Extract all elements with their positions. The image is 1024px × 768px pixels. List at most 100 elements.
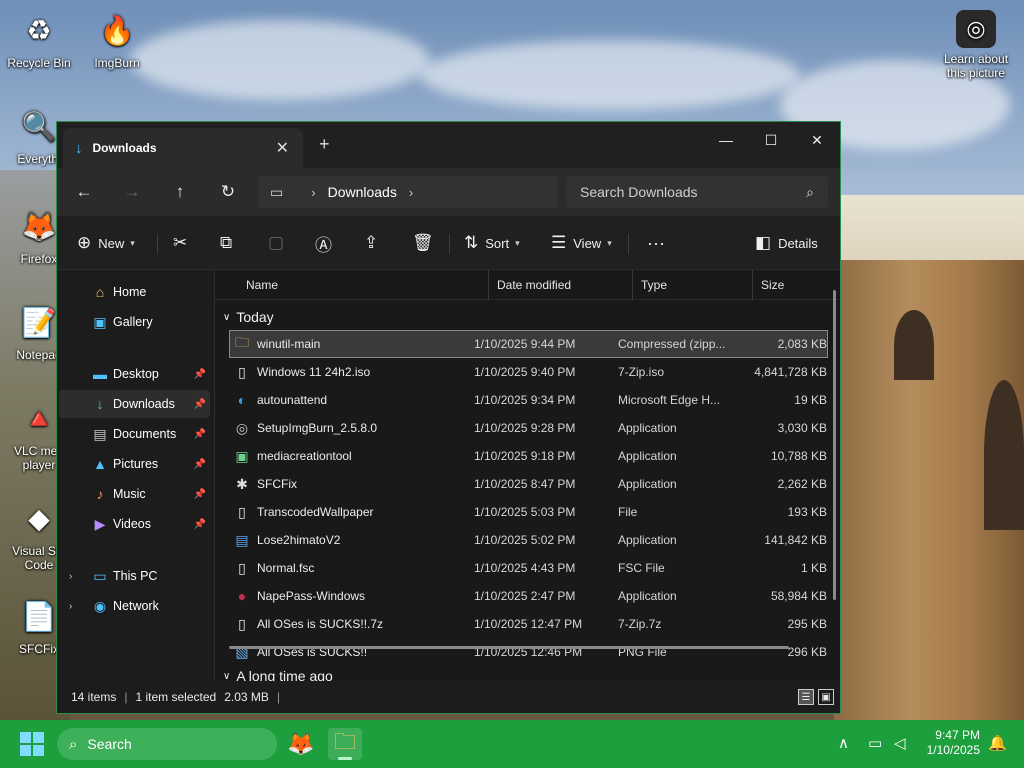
sidebar-item-pictures[interactable]: ▲ Pictures 📌 bbox=[59, 450, 210, 478]
column-size[interactable]: Size bbox=[753, 270, 825, 300]
file-name-cell: ◐ autounattend bbox=[230, 392, 470, 408]
chevron-right-icon[interactable]: › bbox=[311, 185, 315, 200]
status-bar: 14 items | 1 item selected 2.03 MB | ☰ ▣ bbox=[57, 681, 840, 713]
file-type-icon: ▯ bbox=[238, 559, 246, 576]
new-tab-button[interactable]: + bbox=[319, 134, 330, 155]
learn-about-picture[interactable]: ◎ Learn about this picture bbox=[936, 10, 1016, 80]
file-row[interactable]: ▯ TranscodedWallpaper 1/10/2025 5:03 PM Fil… bbox=[229, 498, 828, 526]
back-button[interactable]: ← bbox=[71, 180, 97, 204]
sidebar-item-documents[interactable]: ▤ Documents 📌 bbox=[59, 420, 210, 448]
view-button[interactable]: ☰ View ▾ bbox=[551, 231, 612, 255]
close-tab-icon[interactable]: ✕ bbox=[276, 138, 289, 158]
sort-button[interactable]: ⇅ Sort ▾ bbox=[464, 231, 520, 255]
sidebar-item-network[interactable]: › ◉ Network bbox=[59, 592, 210, 620]
file-row[interactable]: ◎ SetupImgBurn_2.5.8.0 1/10/2025 9:28 PM Ap… bbox=[229, 414, 828, 442]
more-options-button[interactable]: ··· bbox=[647, 231, 665, 255]
file-row[interactable]: ▤ Lose2himatoV2 1/10/2025 5:02 PM Applicati… bbox=[229, 526, 828, 554]
file-row[interactable]: ▯ Windows 11 24h2.iso 1/10/2025 9:40 PM 7-Z… bbox=[229, 358, 828, 386]
sidebar-item-home[interactable]: ⌂ Home bbox=[59, 278, 210, 306]
large-icons-view-icon[interactable]: ▣ bbox=[818, 689, 834, 705]
file-name-cell: ▤ Lose2himatoV2 bbox=[230, 532, 470, 549]
sidebar-item-downloads[interactable]: ↓ Downloads 📌 bbox=[59, 390, 210, 418]
file-size: 58,984 KB bbox=[770, 589, 827, 603]
tab-downloads[interactable]: ↓ Downloads ✕ bbox=[63, 128, 303, 168]
close-window-button[interactable]: ✕ bbox=[794, 126, 840, 154]
refresh-button[interactable]: ↻ bbox=[215, 180, 241, 204]
cut-button[interactable]: ✂ bbox=[173, 231, 194, 255]
sidebar-item-this-pc[interactable]: › ▭ This PC bbox=[59, 562, 210, 590]
sidebar-item-label: Downloads bbox=[113, 397, 175, 411]
chevron-up-icon[interactable]: ∧ bbox=[838, 734, 849, 752]
chevron-right-icon[interactable]: › bbox=[409, 185, 413, 200]
clipboard-icon: ▢ bbox=[268, 233, 285, 252]
delete-button[interactable]: 🗑 bbox=[412, 231, 441, 255]
rename-button[interactable]: Ⓐ bbox=[315, 231, 339, 255]
file-row[interactable]: ▧ All OSes is SUCKS!! 1/10/2025 12:46 PM PN… bbox=[229, 638, 828, 666]
firefox-taskbar-icon[interactable]: 🦊 bbox=[284, 728, 318, 760]
address-bar[interactable]: ▭ › Downloads › bbox=[258, 176, 558, 208]
clock-date: 1/10/2025 bbox=[926, 743, 980, 757]
column-date-modified[interactable]: Date modified bbox=[489, 270, 633, 300]
group-label: Today bbox=[236, 309, 274, 325]
file-date: 1/10/2025 5:02 PM bbox=[474, 533, 576, 547]
desktop-icon[interactable]: 🔥 ImgBurn bbox=[80, 10, 154, 71]
copy-button[interactable]: ⧉ bbox=[220, 231, 239, 255]
file-row[interactable]: ▯ All OSes is SUCKS!!.7z 1/10/2025 12:47 P… bbox=[229, 610, 828, 638]
file-row[interactable]: ◐ autounattend 1/10/2025 9:34 PM Microsoft … bbox=[229, 386, 828, 414]
group-header-old[interactable]: ∨ A long time ago bbox=[215, 666, 840, 681]
file-name: winutil-main bbox=[257, 337, 321, 351]
details-button[interactable]: ◧ Details bbox=[755, 231, 818, 255]
new-button[interactable]: ⊕ New ▾ bbox=[77, 231, 135, 255]
chevron-right-icon[interactable]: › bbox=[69, 571, 72, 582]
up-button[interactable]: ↑ bbox=[167, 180, 193, 204]
details-view-icon[interactable]: ☰ bbox=[798, 689, 814, 705]
network-icon[interactable]: ▭ bbox=[868, 734, 882, 752]
chevron-down-icon: ∨ bbox=[223, 311, 231, 323]
search-icon[interactable]: ⌕ bbox=[806, 184, 814, 201]
group-header-today[interactable]: ∨ Today bbox=[215, 304, 840, 330]
maximize-button[interactable]: ☐ bbox=[748, 126, 794, 154]
vertical-scrollbar[interactable] bbox=[833, 290, 836, 600]
notepad-icon: 📝 bbox=[21, 307, 57, 338]
desktop-icon-label: Notepad bbox=[16, 348, 62, 362]
minimize-button[interactable]: — bbox=[703, 126, 749, 154]
taskbar-search-label: Search bbox=[87, 736, 132, 752]
share-button[interactable]: ⇪ bbox=[364, 231, 385, 255]
scissors-icon: ✂ bbox=[173, 233, 188, 252]
clock-time: 9:47 PM bbox=[935, 728, 980, 742]
file-date: 1/10/2025 12:47 PM bbox=[474, 617, 583, 631]
file-type: FSC File bbox=[618, 561, 665, 575]
sidebar-item-label: Music bbox=[113, 487, 146, 501]
start-button[interactable] bbox=[20, 732, 44, 756]
documents-icon: ▤ bbox=[93, 425, 107, 442]
paste-button[interactable]: ▢ bbox=[268, 231, 291, 255]
forward-button[interactable]: → bbox=[119, 180, 145, 204]
file-row[interactable]: ✱ SFCFix 1/10/2025 8:47 PM Application 2,262… bbox=[229, 470, 828, 498]
horizontal-scrollbar[interactable] bbox=[229, 646, 789, 649]
column-type[interactable]: Type bbox=[633, 270, 753, 300]
breadcrumb-downloads[interactable]: Downloads bbox=[328, 184, 397, 200]
column-name[interactable]: Name bbox=[215, 270, 489, 300]
chevron-right-icon[interactable]: › bbox=[69, 601, 72, 612]
file-date: 1/10/2025 9:44 PM bbox=[474, 337, 576, 351]
search-box[interactable]: ⌕ bbox=[566, 176, 828, 208]
file-row[interactable]: 🗀 winutil-main 1/10/2025 9:44 PM Compressed… bbox=[229, 330, 828, 358]
volume-muted-icon[interactable]: ◁ bbox=[894, 734, 906, 752]
taskbar-search[interactable]: ⌕ Search bbox=[57, 728, 277, 760]
monitor-icon: ▭ bbox=[270, 183, 284, 200]
file-name: Lose2himatoV2 bbox=[257, 533, 341, 547]
sidebar-item-gallery[interactable]: ▣ Gallery bbox=[59, 308, 210, 336]
file-explorer-taskbar-icon[interactable]: 🗀 bbox=[328, 728, 362, 760]
clock[interactable]: 9:47 PM 1/10/2025 bbox=[927, 728, 980, 758]
sidebar-item-videos[interactable]: ▶ Videos 📌 bbox=[59, 510, 210, 538]
search-input[interactable] bbox=[580, 184, 807, 200]
file-row[interactable]: ● NapePass-Windows 1/10/2025 2:47 PM Applic… bbox=[229, 582, 828, 610]
file-row[interactable]: ▯ Normal.fsc 1/10/2025 4:43 PM FSC File 1 KB bbox=[229, 554, 828, 582]
sfcfix-icon: 📄 bbox=[21, 601, 57, 632]
file-row[interactable]: ▣ mediacreationtool 1/10/2025 9:18 PM Appli… bbox=[229, 442, 828, 470]
file-size: 141,842 KB bbox=[764, 533, 827, 547]
notification-bell-icon[interactable]: 🔔 bbox=[988, 734, 1007, 752]
desktop-icon[interactable]: ♻ Recycle Bin bbox=[2, 10, 76, 71]
sidebar-item-desktop[interactable]: ▬ Desktop 📌 bbox=[59, 360, 210, 388]
sidebar-item-music[interactable]: ♪ Music 📌 bbox=[59, 480, 210, 508]
